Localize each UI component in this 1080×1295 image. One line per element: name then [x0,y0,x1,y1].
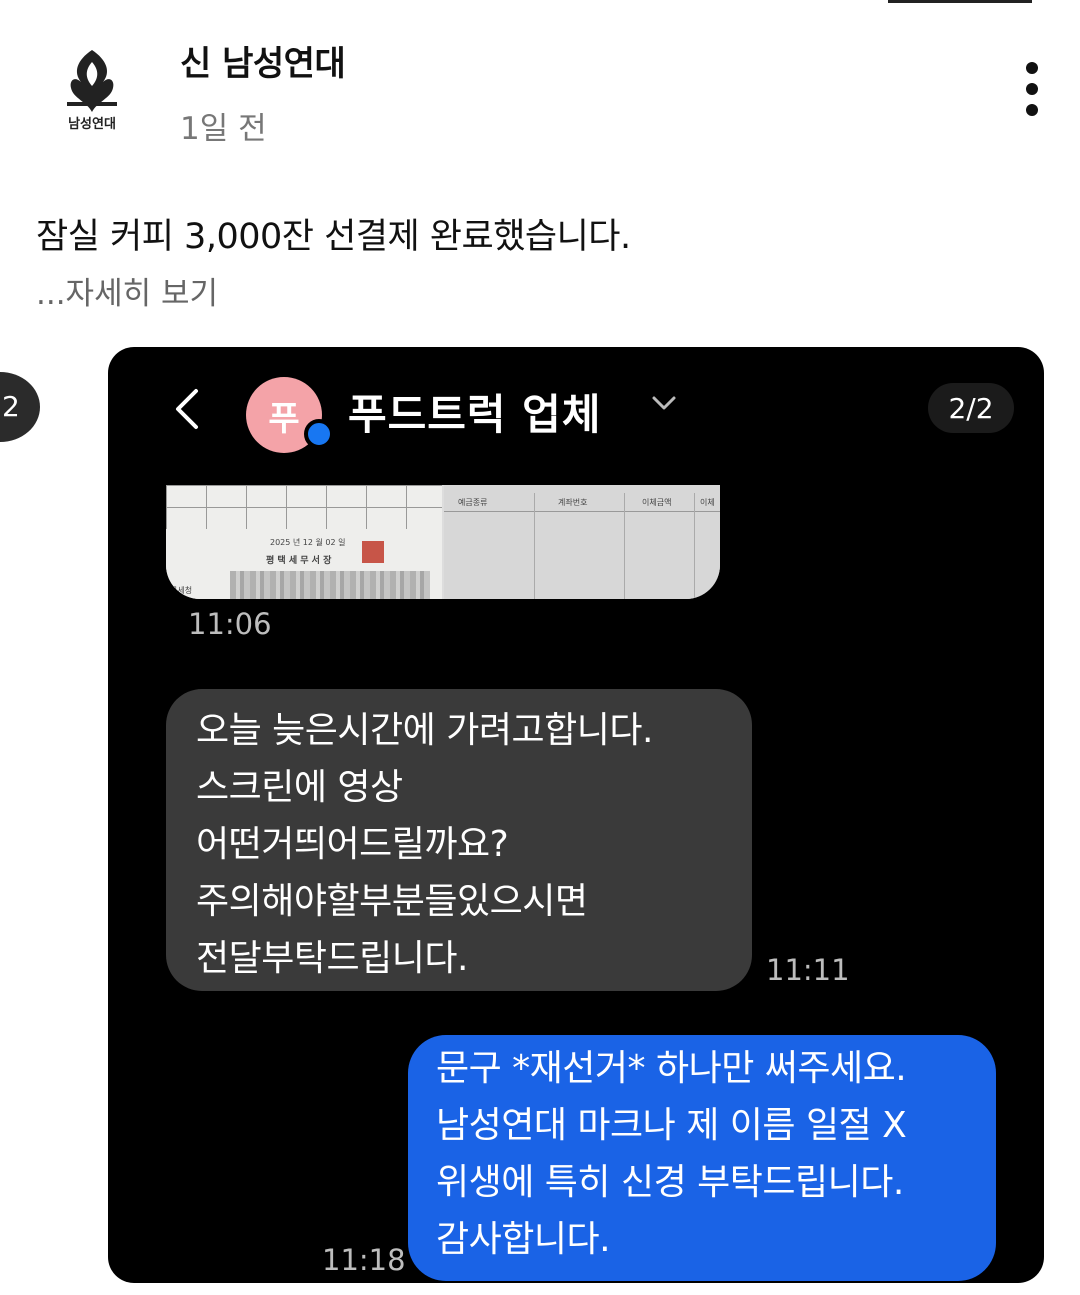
back-arrow-icon [176,389,198,429]
stamp-seal [362,541,384,563]
bank-document-thumbnail: 예금종류 계좌번호 이체금액 이체 [444,485,720,599]
doc-office: 평 택 세 무 서 장 [266,556,332,566]
message-line: 감사합니다. [436,1219,611,1260]
doc-col-2: 계좌번호 [558,498,588,507]
message-line: 오늘 늦은시간에 가려고합니다. [196,710,653,751]
author-avatar[interactable]: 남성연대 [47,42,137,138]
page-indicator: 2/2 [928,383,1014,433]
chevron-down-icon [652,396,676,410]
doc-col-4: 이체 [700,498,715,507]
outgoing-message-bubble: 문구 *재선거* 하나만 써주세요. 남성연대 마크나 제 이름 일절 X 위생… [408,1035,996,1281]
message-timestamp: 11:06 [188,607,272,641]
post-image[interactable]: 푸 푸드트럭 업체 2/2 2025 년 12 월 02 일 평 택 세 무 서… [108,347,1044,1283]
message-timestamp: 11:18 [322,1243,406,1277]
message-line: 문구 *재선거* 하나만 써주세요. [436,1048,907,1089]
more-options-icon[interactable] [1016,62,1048,122]
doc-col-3: 이체금액 [642,498,672,507]
post-time: 1일 전 [180,111,267,147]
post-text: 잠실 커피 3,000잔 선결제 완료했습니다. [36,217,631,257]
message-line: 어떤거띄어드릴까요? [196,824,509,865]
carousel-index: 2 [2,390,20,423]
message-line: 스크린에 영상 [196,767,403,808]
chat-title: 푸드트럭 업체 [348,390,602,439]
svg-text:남성연대: 남성연대 [68,116,116,132]
carousel-prev-indicator[interactable]: 2 [0,372,40,442]
doc-date: 2025 년 12 월 02 일 [270,538,346,547]
message-line: 남성연대 마크나 제 이름 일절 X [436,1105,907,1146]
image-attachment: 2025 년 12 월 02 일 평 택 세 무 서 장 국세청 예금종류 계좌… [166,485,720,599]
message-timestamp: 11:11 [766,953,850,987]
see-more-link[interactable]: ...자세히 보기 [36,268,218,313]
tax-document-thumbnail: 2025 년 12 월 02 일 평 택 세 무 서 장 국세청 [166,485,442,599]
message-line: 주의해야할부분들있으시면 [196,881,588,922]
top-scroll-indicator [888,0,1032,3]
messenger-badge-icon [304,419,334,449]
doc-footer: 국세청 [170,586,193,595]
message-line: 전달부탁드립니다. [196,938,468,979]
doc-col-1: 예금종류 [458,498,488,507]
author-name[interactable]: 신 남성연대 [180,36,346,85]
message-line: 위생에 특히 신경 부탁드립니다. [436,1162,904,1203]
incoming-message-bubble: 오늘 늦은시간에 가려고합니다. 스크린에 영상 어떤거띄어드릴까요? 주의해야… [166,689,752,991]
